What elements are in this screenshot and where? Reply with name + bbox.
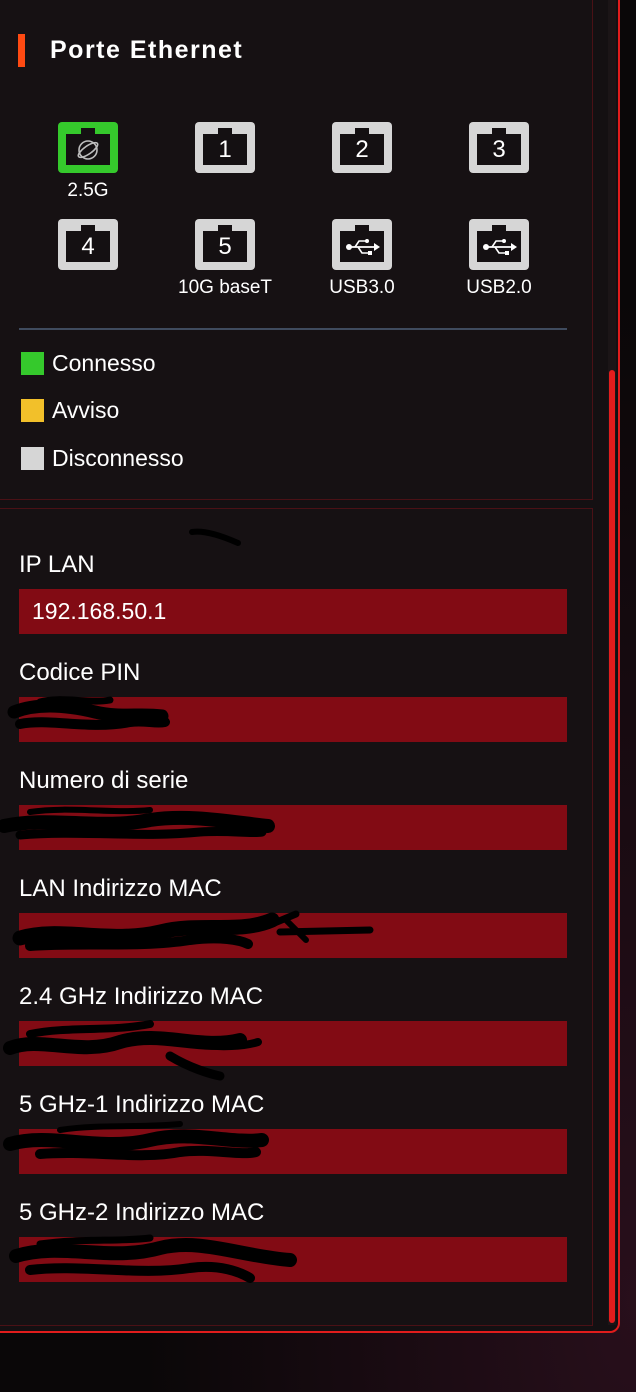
redaction-scribbles [0, 528, 374, 1283]
